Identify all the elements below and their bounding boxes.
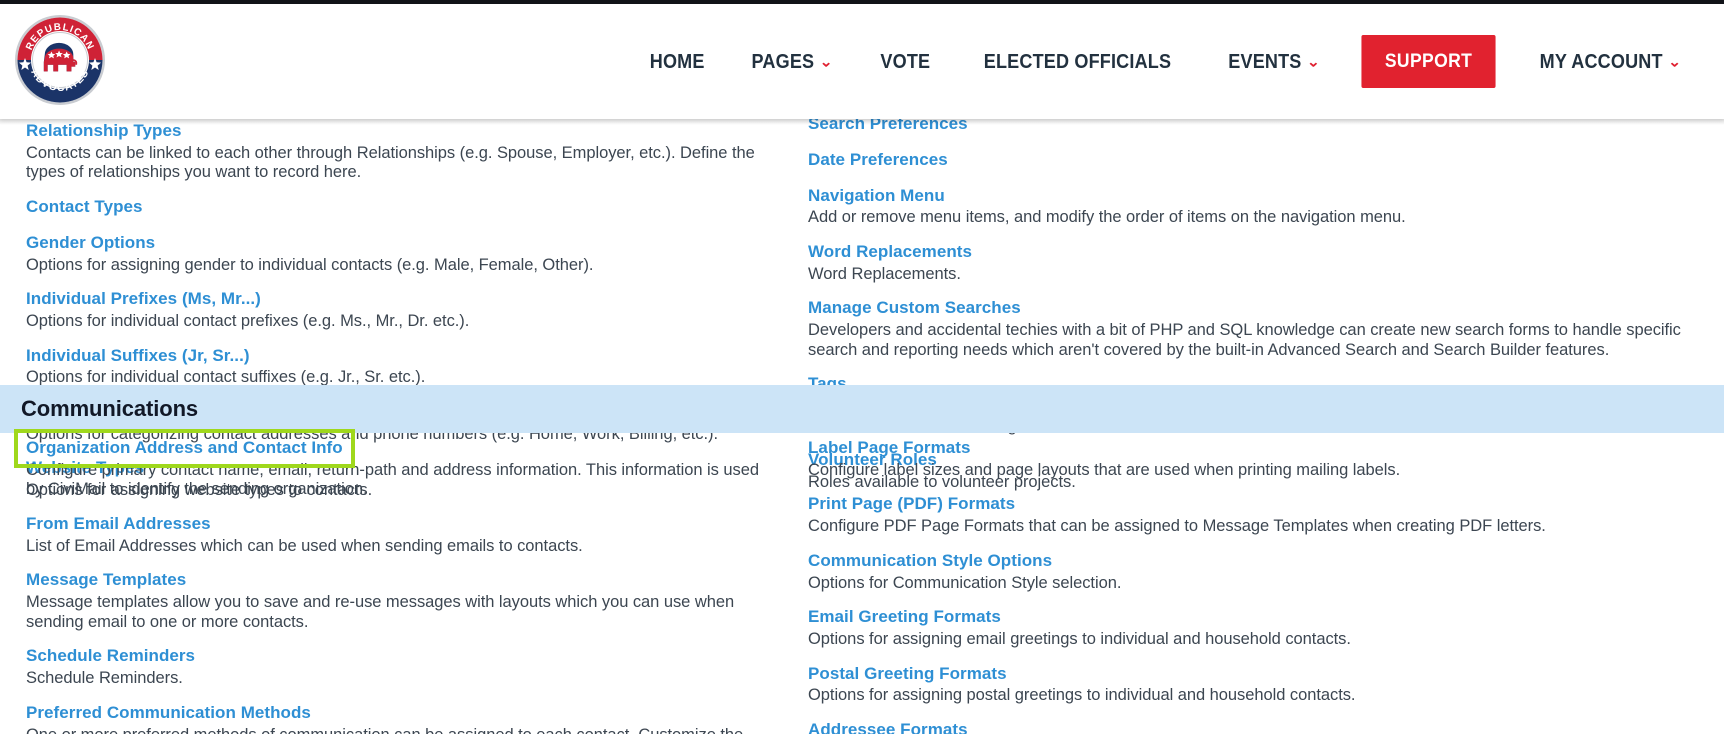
section-title: Communications [21, 396, 199, 421]
admin-link-contact-types[interactable]: Contact Types [26, 196, 143, 219]
admin-entry-description: Options for assigning gender to individu… [26, 255, 594, 274]
admin-entry: Date Preferences [808, 149, 1708, 172]
nav-item-my-account[interactable]: MY ACCOUNT ⌄ [1523, 50, 1698, 74]
nav-item-home[interactable]: HOME [633, 50, 721, 74]
admin-entry-description: Configure label sizes and page layouts t… [808, 460, 1401, 479]
admin-entry: Organization Address and Contact Info Con… [26, 437, 778, 500]
admin-entry-description: Configure primary contact name, email, r… [26, 460, 759, 499]
admin-entry: Email Greeting Formats Options for assign… [808, 606, 1708, 649]
nav-item-events[interactable]: EVENTS ⌄ [1212, 50, 1337, 74]
admin-link-gender-options[interactable]: Gender Options [26, 232, 155, 255]
admin-entry-description: Message templates allow you to save and … [26, 593, 735, 631]
page-root: Relationship Types Contacts can be linked… [0, 0, 1724, 734]
site-logo[interactable]: REPUBLICAN ADVOCATES [12, 10, 108, 111]
admin-link-addressee-formats[interactable]: Addressee Formats [808, 719, 968, 734]
support-button[interactable]: SUPPORT [1361, 35, 1496, 88]
admin-link-label-page-formats[interactable]: Label Page Formats [808, 437, 970, 460]
chevron-down-icon: ⌄ [819, 53, 834, 70]
admin-link-relationship-types[interactable]: Relationship Types [26, 120, 182, 143]
nav-item-elected-officials[interactable]: ELECTED OFFICIALS [967, 50, 1188, 74]
admin-link-organization-address-and-contact-info[interactable]: Organization Address and Contact Info [26, 437, 343, 460]
admin-entry-description: Schedule Reminders. [26, 669, 183, 688]
admin-entry-description: Options for assigning postal greetings t… [808, 686, 1356, 705]
admin-entry: Individual Prefixes (Ms, Mr...) Options f… [26, 288, 778, 331]
top-accent-strip [0, 0, 1724, 4]
admin-link-manage-custom-searches[interactable]: Manage Custom Searches [808, 297, 1021, 320]
admin-column-left: Organization Address and Contact Info Con… [26, 437, 778, 734]
main-navigation[interactable]: HOME PAGES ⌄ VOTE ELECTED OFFICIALS EVENTS ⌄ SU… [627, 4, 1710, 119]
nav-item-label: EVENTS [1228, 49, 1302, 73]
admin-link-preferred-communication-methods[interactable]: Preferred Communication Methods [26, 702, 311, 725]
nav-item-label: VOTE [880, 49, 930, 73]
admin-entry: Individual Suffixes (Jr, Sr...) Options f… [26, 345, 778, 388]
nav-item-label: ELECTED OFFICIALS [984, 49, 1172, 73]
nav-item-vote[interactable]: VOTE [863, 50, 946, 74]
admin-entry: Message Templates Message templates allow… [26, 569, 778, 632]
section-band-communications: Communications [0, 385, 1724, 433]
nav-item-label: PAGES [751, 49, 815, 73]
admin-entry-description: One or more preferred methods of communi… [26, 726, 778, 734]
admin-entry: Manage Custom Searches Developers and acc… [808, 297, 1708, 360]
admin-entry: Addressee FormatsOptions for assigning a… [808, 719, 1708, 734]
admin-entry: Gender Options Options for assigning gend… [26, 232, 778, 275]
admin-entry: Print Page (PDF) Formats Configure PDF Pa… [808, 493, 1708, 536]
admin-link-communication-style-options[interactable]: Communication Style Options [808, 550, 1052, 573]
admin-entry: Schedule Reminders Schedule Reminders. [26, 645, 778, 688]
admin-link-individual-suffixes-jr-sr[interactable]: Individual Suffixes (Jr, Sr...) [26, 345, 250, 368]
admin-entry: Navigation Menu Add or remove menu items,… [808, 185, 1708, 228]
admin-entry: From Email Addresses List of Email Addres… [26, 513, 778, 556]
admin-entry-description: Add or remove menu items, and modify the… [808, 208, 1406, 227]
admin-link-email-greeting-formats[interactable]: Email Greeting Formats [808, 606, 1001, 629]
admin-link-word-replacements[interactable]: Word Replacements [808, 241, 972, 264]
admin-entry: Word Replacements Word Replacements. [808, 241, 1708, 284]
admin-entry: Contact Types [26, 196, 778, 219]
admin-link-navigation-menu[interactable]: Navigation Menu [808, 185, 945, 208]
admin-entry-description: Word Replacements. [808, 264, 961, 283]
admin-entry: Postal Greeting Formats Options for assig… [808, 663, 1708, 706]
nav-item-label: MY ACCOUNT [1539, 49, 1663, 73]
republican-advocates-logo-icon: REPUBLICAN ADVOCATES [15, 15, 105, 105]
admin-entry-description: Contacts can be linked to each other thr… [26, 143, 755, 182]
nav-item-pages[interactable]: PAGES ⌄ [735, 50, 850, 74]
admin-entry-description: Options for Communication Style selectio… [808, 573, 1122, 592]
admin-link-individual-prefixes-ms-mr[interactable]: Individual Prefixes (Ms, Mr...) [26, 288, 261, 311]
chevron-down-icon: ⌄ [1307, 53, 1321, 70]
admin-link-postal-greeting-formats[interactable]: Postal Greeting Formats [808, 663, 1007, 686]
admin-entry-description: Options for assigning email greetings to… [808, 629, 1351, 648]
admin-entry: Label Page Formats Configure label sizes … [808, 437, 1708, 480]
chevron-down-icon: ⌄ [1667, 53, 1682, 70]
admin-column-right: Label Page Formats Configure label sizes … [808, 437, 1708, 734]
admin-link-schedule-reminders[interactable]: Schedule Reminders [26, 645, 195, 668]
admin-link-from-email-addresses[interactable]: From Email Addresses [26, 513, 211, 536]
admin-link-date-preferences[interactable]: Date Preferences [808, 149, 948, 172]
admin-entry: Relationship Types Contacts can be linked… [26, 120, 778, 183]
admin-entry-description: List of Email Addresses which can be use… [26, 536, 583, 555]
site-header: REPUBLICAN ADVOCATES HOME PAGES ⌄ VOTE ELECT… [0, 4, 1724, 119]
admin-entry-description: Options for individual contact prefixes … [26, 311, 470, 330]
nav-item-label: HOME [649, 49, 705, 73]
admin-entry-description: Configure PDF Page Formats that can be a… [808, 517, 1546, 536]
admin-entry: Preferred Communication MethodsOne or mo… [26, 702, 778, 734]
admin-link-message-templates[interactable]: Message Templates [26, 569, 186, 592]
admin-entry: Communication Style Options Options for C… [808, 550, 1708, 593]
admin-link-print-page-pdf-formats[interactable]: Print Page (PDF) Formats [808, 493, 1015, 516]
admin-entry-description: Developers and accidental techies with a… [808, 321, 1681, 359]
